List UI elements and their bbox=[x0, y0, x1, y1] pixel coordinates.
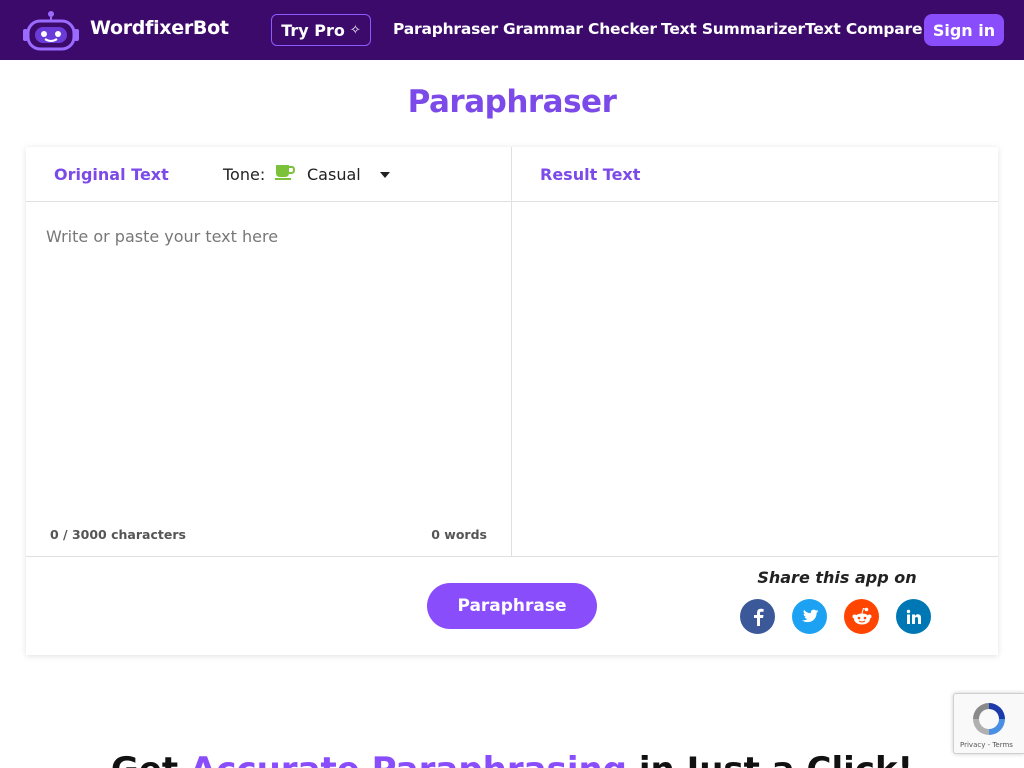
recaptcha-badge[interactable]: Privacy - Terms bbox=[953, 693, 1024, 754]
twitter-share-button[interactable] bbox=[792, 599, 827, 634]
character-count: 0 / 3000 characters bbox=[50, 527, 186, 542]
coffee-cup-icon bbox=[275, 165, 295, 180]
column-divider bbox=[511, 147, 512, 556]
linkedin-share-button[interactable] bbox=[896, 599, 931, 634]
heading-accent: Accurate Paraphrasing bbox=[190, 750, 627, 768]
facebook-icon bbox=[753, 608, 764, 626]
footer-divider bbox=[26, 556, 998, 557]
share-label: Share this app on bbox=[757, 568, 917, 587]
brand-name[interactable]: WordfixerBot bbox=[90, 17, 229, 39]
try-pro-button[interactable]: Try Pro ✧ bbox=[271, 14, 371, 46]
result-text-label: Result Text bbox=[540, 165, 641, 184]
top-nav: WordfixerBot Try Pro ✧ Paraphraser Gramm… bbox=[0, 0, 1024, 60]
facebook-share-button[interactable] bbox=[740, 599, 775, 634]
paraphraser-card: Original Text Tone: Casual Result Text 0… bbox=[26, 147, 998, 655]
try-pro-label: Try Pro bbox=[281, 20, 345, 40]
result-text-output bbox=[513, 203, 997, 555]
header-divider bbox=[26, 201, 998, 202]
page-title: Paraphraser bbox=[407, 84, 617, 120]
tone-label: Tone: bbox=[223, 165, 266, 184]
sparkle-icon: ✧ bbox=[349, 22, 361, 38]
heading-post: in Just a Click! bbox=[639, 750, 913, 768]
original-text-input[interactable] bbox=[34, 209, 504, 509]
recaptcha-icon bbox=[973, 703, 1005, 735]
heading-pre: Get bbox=[111, 750, 178, 768]
twitter-icon bbox=[801, 609, 818, 622]
section-heading: Get Accurate Paraphrasing in Just a Clic… bbox=[0, 750, 1024, 768]
recaptcha-links[interactable]: Privacy - Terms bbox=[960, 741, 1013, 749]
tone-selected-value: Casual bbox=[307, 165, 361, 184]
nav-link-text-compare[interactable]: Text Compare bbox=[805, 20, 923, 38]
robot-logo-icon[interactable] bbox=[22, 9, 80, 51]
paraphrase-button[interactable]: Paraphrase bbox=[427, 583, 597, 629]
nav-link-text-summarizer[interactable]: Text Summarizer bbox=[661, 20, 805, 38]
nav-link-grammar-checker[interactable]: Grammar Checker bbox=[503, 20, 657, 38]
tone-dropdown[interactable]: Casual bbox=[301, 159, 401, 189]
original-text-label: Original Text bbox=[54, 165, 169, 184]
word-count: 0 words bbox=[431, 527, 487, 542]
nav-link-paraphraser[interactable]: Paraphraser bbox=[393, 20, 498, 38]
sign-in-button[interactable]: Sign in bbox=[924, 14, 1004, 46]
reddit-share-button[interactable] bbox=[844, 599, 879, 634]
linkedin-icon bbox=[906, 609, 921, 624]
reddit-icon bbox=[852, 607, 871, 624]
chevron-down-icon bbox=[380, 172, 390, 178]
